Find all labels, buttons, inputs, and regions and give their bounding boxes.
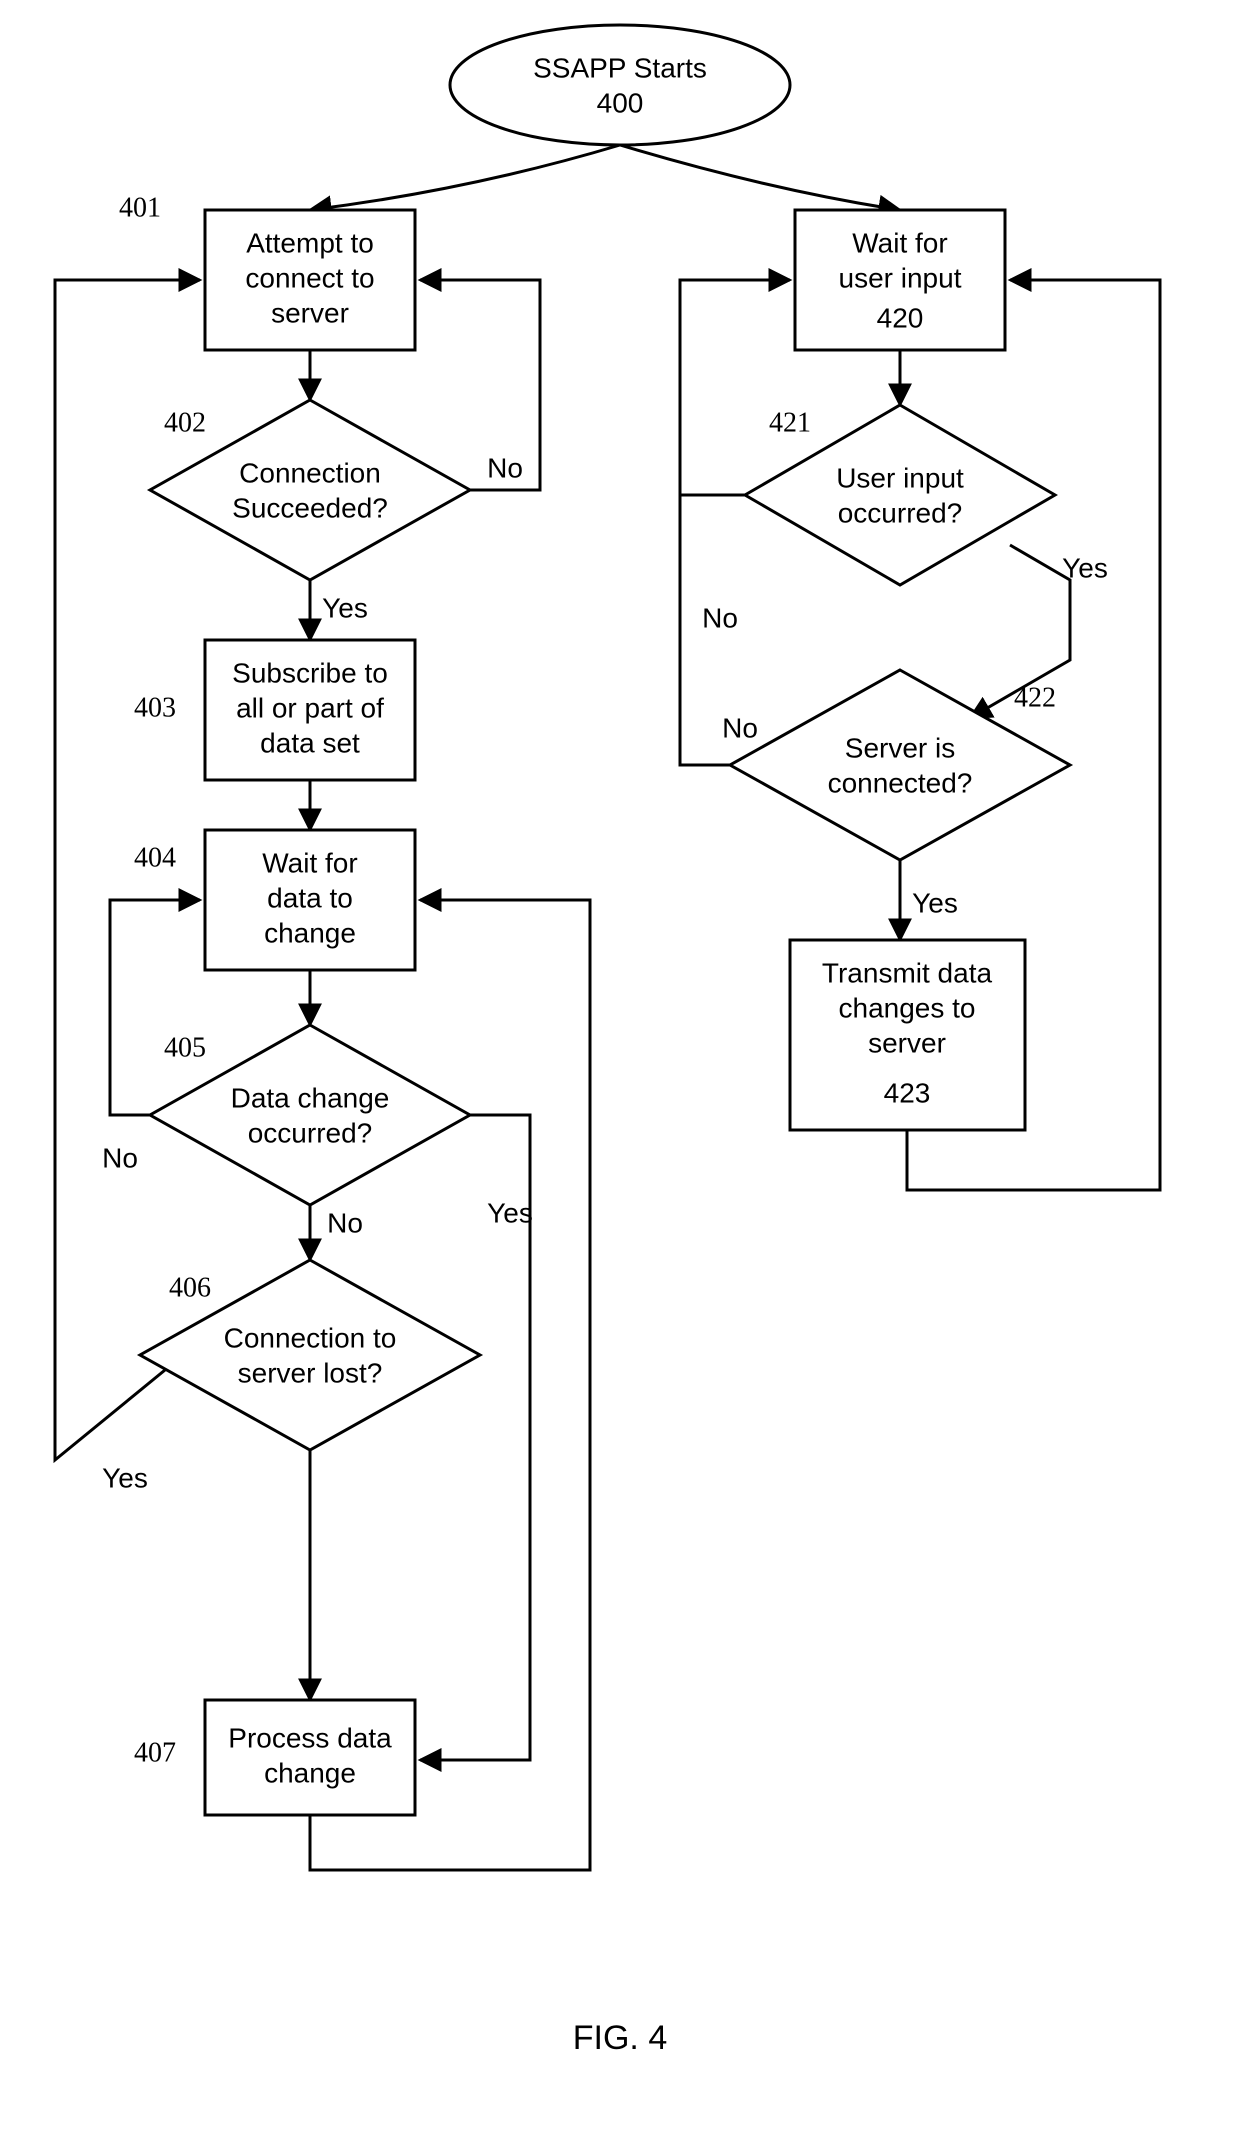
node-421-line2: occurred? — [838, 497, 963, 528]
edge-402-yes-label: Yes — [322, 592, 368, 623]
node-420-ref: 420 — [877, 302, 924, 333]
node-404-line1: Wait for — [262, 847, 357, 878]
edge-405-yes-label: Yes — [487, 1197, 533, 1228]
node-407-line1: Process data — [228, 1722, 392, 1753]
ref-401: 401 — [119, 192, 161, 223]
ref-406: 406 — [169, 1272, 211, 1303]
edge-406-yes-label: Yes — [102, 1462, 148, 1493]
node-401: Attempt to connect to server — [205, 210, 415, 350]
node-402-line2: Succeeded? — [232, 492, 388, 523]
start-label: SSAPP Starts — [533, 52, 707, 83]
edge-421-yes-label: Yes — [1062, 552, 1108, 583]
ref-407: 407 — [134, 1737, 176, 1768]
edge-422-yes-label: Yes — [912, 887, 958, 918]
node-423-line2: changes to — [839, 992, 976, 1023]
node-423-line1: Transmit data — [822, 957, 993, 988]
ref-404: 404 — [134, 842, 176, 873]
edge-start-to-420 — [620, 145, 900, 210]
node-403-line3: data set — [260, 727, 360, 758]
node-403-line2: all or part of — [236, 692, 384, 723]
ref-421: 421 — [769, 407, 811, 438]
node-403: Subscribe to all or part of data set — [205, 640, 415, 780]
node-401-line3: server — [271, 297, 349, 328]
node-423-ref: 423 — [884, 1077, 931, 1108]
node-405-line1: Data change — [231, 1082, 390, 1113]
node-401-line1: Attempt to — [246, 227, 374, 258]
node-405-line2: occurred? — [248, 1117, 373, 1148]
ref-422: 422 — [1014, 682, 1056, 713]
edge-405-no-404 — [110, 900, 200, 1115]
ref-405: 405 — [164, 1032, 206, 1063]
node-407-line2: change — [264, 1757, 356, 1788]
node-422-line2: connected? — [828, 767, 973, 798]
node-404: Wait for data to change — [205, 830, 415, 970]
node-422-line1: Server is — [845, 732, 955, 763]
edge-421-no-420 — [680, 280, 790, 620]
node-407: Process data change — [205, 1700, 415, 1815]
node-423: Transmit data changes to server 423 — [790, 940, 1025, 1130]
edge-start-to-401 — [310, 145, 620, 210]
ref-402: 402 — [164, 407, 206, 438]
node-406-line2: server lost? — [238, 1357, 383, 1388]
node-421-line1: User input — [836, 462, 964, 493]
node-404-line3: change — [264, 917, 356, 948]
node-423-line3: server — [868, 1027, 946, 1058]
start-ref: 400 — [597, 87, 644, 118]
edge-405-no-label: No — [102, 1142, 138, 1173]
node-406-line1: Connection to — [224, 1322, 397, 1353]
node-404-line2: data to — [267, 882, 353, 913]
node-402-line1: Connection — [239, 457, 381, 488]
node-420: Wait for user input 420 — [795, 210, 1005, 350]
ref-403: 403 — [134, 692, 176, 723]
edge-402-no-label: No — [487, 452, 523, 483]
edge-422-no-label: No — [722, 712, 758, 743]
edge-421-no-label: No — [702, 602, 738, 633]
edge-405-down-no-label: No — [327, 1207, 363, 1238]
node-401-line2: connect to — [245, 262, 374, 293]
figure-label: FIG. 4 — [573, 2019, 667, 2057]
node-403-line1: Subscribe to — [232, 657, 388, 688]
node-420-line2: user input — [839, 262, 962, 293]
node-420-line1: Wait for — [852, 227, 947, 258]
start-node: SSAPP Starts 400 — [450, 25, 790, 145]
